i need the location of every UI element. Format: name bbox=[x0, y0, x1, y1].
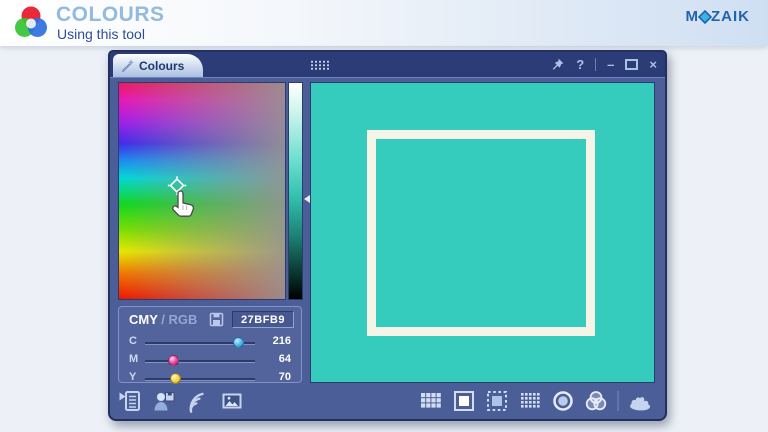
mode-rgb[interactable]: RGB bbox=[169, 312, 198, 327]
brand-prefix: M bbox=[686, 8, 700, 25]
hex-input[interactable] bbox=[232, 311, 294, 328]
page-title: COLOURS bbox=[56, 3, 165, 27]
mode-cmy[interactable]: CMY bbox=[129, 312, 158, 327]
lesson-list-icon[interactable] bbox=[118, 389, 142, 413]
floppy-disk-icon[interactable] bbox=[209, 312, 224, 327]
color-values-panel: CMY / RGB C 216 M bbox=[118, 306, 302, 383]
page-header: COLOURS Using this tool M ZAIK bbox=[0, 0, 768, 46]
screen: COLOURS Using this tool M ZAIK Colours bbox=[0, 0, 768, 432]
slider-row-m: M 64 bbox=[119, 352, 301, 368]
slider-knob-y[interactable] bbox=[170, 373, 181, 384]
grid-icon[interactable] bbox=[419, 389, 443, 413]
magic-wand-icon bbox=[120, 58, 134, 73]
slider-row-y: Y 70 bbox=[119, 370, 301, 386]
slider-value-m: 64 bbox=[255, 353, 291, 365]
close-button[interactable]: × bbox=[649, 58, 657, 71]
slider-track-c[interactable] bbox=[145, 342, 255, 345]
slider-label-m: M bbox=[129, 353, 138, 365]
color-mix-icon[interactable] bbox=[584, 389, 608, 413]
slider-label-y: Y bbox=[129, 371, 136, 383]
rgb-circles-logo bbox=[12, 4, 50, 42]
rainbow-icon[interactable] bbox=[186, 389, 210, 413]
controls-separator bbox=[595, 58, 596, 71]
slider-row-c: C 216 bbox=[119, 334, 301, 350]
slider-knob-m[interactable] bbox=[168, 355, 179, 366]
brand-logo: M ZAIK bbox=[686, 8, 751, 25]
toolbar-right bbox=[419, 389, 652, 413]
mode-switch[interactable]: CMY / RGB bbox=[129, 312, 197, 327]
image-icon[interactable] bbox=[220, 389, 244, 413]
brand-suffix: ZAIK bbox=[711, 8, 750, 25]
drawing-canvas[interactable] bbox=[310, 82, 655, 383]
toolbar-left bbox=[118, 389, 244, 413]
filled-square-icon[interactable] bbox=[452, 389, 476, 413]
drag-handle-dots[interactable] bbox=[310, 60, 329, 70]
user-save-icon[interactable] bbox=[152, 389, 176, 413]
hand-splat-icon[interactable] bbox=[628, 389, 652, 413]
maximize-icon[interactable] bbox=[625, 59, 638, 70]
toolbar-separator bbox=[617, 391, 619, 411]
slider-knob-c[interactable] bbox=[233, 337, 244, 348]
dense-grid-icon[interactable] bbox=[518, 389, 542, 413]
page-subtitle: Using this tool bbox=[57, 26, 145, 42]
slider-value-y: 70 bbox=[255, 371, 291, 383]
slider-label-c: C bbox=[129, 335, 137, 347]
drawn-rectangle bbox=[367, 130, 595, 336]
circle-icon[interactable] bbox=[551, 389, 575, 413]
slider-value-c: 216 bbox=[255, 335, 291, 347]
slider-track-m[interactable] bbox=[145, 360, 255, 363]
help-button[interactable]: ? bbox=[576, 58, 584, 71]
colours-window: Colours ? – × bbox=[108, 50, 667, 421]
dashed-selection-icon[interactable] bbox=[485, 389, 509, 413]
tab-colours[interactable]: Colours bbox=[113, 54, 203, 77]
value-slider[interactable] bbox=[288, 82, 303, 300]
tab-label: Colours bbox=[139, 59, 184, 73]
slider-track-y[interactable] bbox=[145, 378, 255, 381]
color-picker-field[interactable] bbox=[118, 82, 286, 300]
pushpin-icon[interactable] bbox=[550, 57, 565, 72]
diamond-icon bbox=[698, 10, 712, 24]
minimize-button[interactable]: – bbox=[607, 58, 614, 71]
titlebar[interactable]: Colours ? – × bbox=[110, 52, 665, 78]
